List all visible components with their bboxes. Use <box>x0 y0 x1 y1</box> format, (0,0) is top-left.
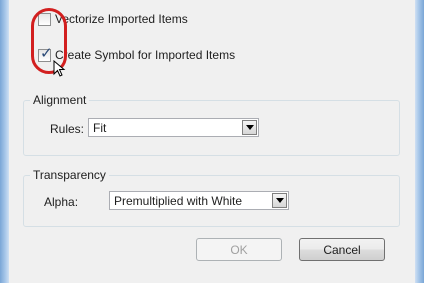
window-frame-right <box>415 0 424 283</box>
vectorize-option[interactable]: Vectorize Imported Items <box>38 10 188 28</box>
transparency-group-title: Transparency <box>30 168 109 182</box>
rules-dropdown[interactable]: Fit <box>88 118 259 137</box>
check-icon: ✓ <box>40 43 53 62</box>
create-symbol-label[interactable]: Create Symbol for Imported Items <box>55 48 235 62</box>
window-frame-left <box>0 0 9 283</box>
rules-label: Rules: <box>50 122 85 136</box>
ok-button[interactable]: OK <box>196 238 282 261</box>
transparency-group: Transparency Alpha: Premultiplied with W… <box>23 168 400 227</box>
chevron-down-icon[interactable] <box>272 193 287 208</box>
vectorize-label[interactable]: Vectorize Imported Items <box>55 12 188 26</box>
create-symbol-option[interactable]: ✓ Create Symbol for Imported Items <box>38 43 235 64</box>
cancel-button[interactable]: Cancel <box>299 238 385 261</box>
alpha-dropdown[interactable]: Premultiplied with White <box>109 191 289 210</box>
alpha-value: Premultiplied with White <box>114 193 243 208</box>
vectorize-checkbox[interactable] <box>38 12 51 26</box>
rules-value: Fit <box>93 120 107 135</box>
alpha-label: Alpha: <box>44 195 79 209</box>
chevron-down-icon[interactable] <box>242 120 257 135</box>
import-options-dialog: Vectorize Imported Items ✓ Create Symbol… <box>9 0 415 283</box>
create-symbol-checkbox[interactable]: ✓ <box>38 43 53 62</box>
mouse-pointer-icon <box>53 60 66 77</box>
alignment-group: Alignment Rules: Fit <box>23 93 400 156</box>
alignment-group-title: Alignment <box>30 93 90 107</box>
